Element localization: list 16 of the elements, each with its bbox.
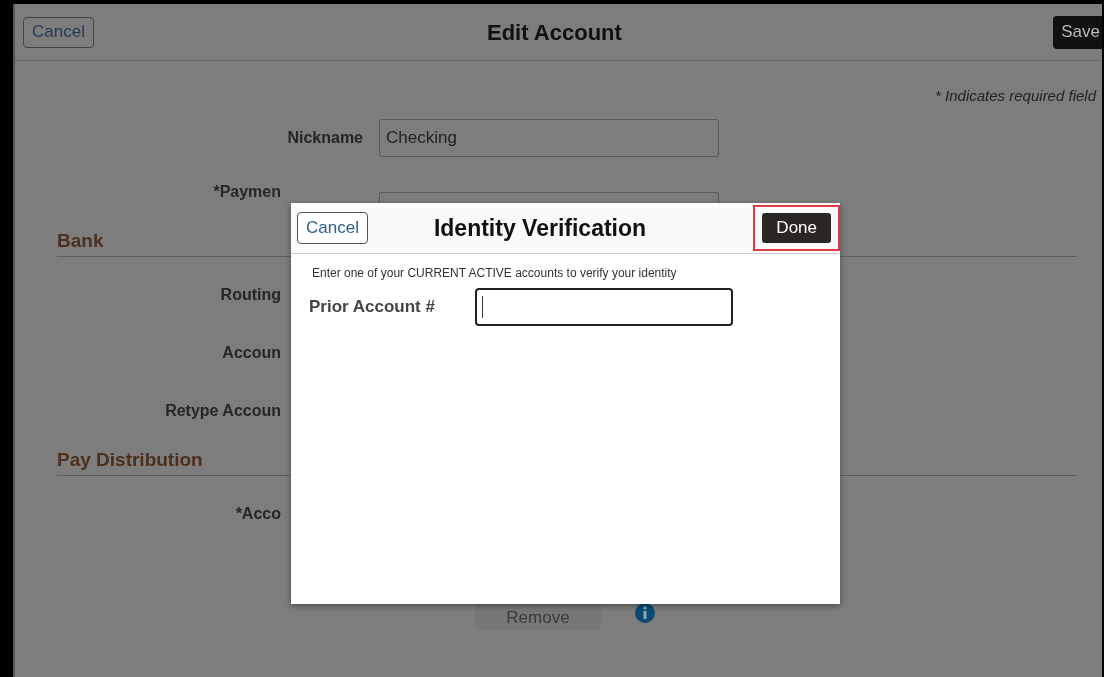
field-label: Accoun — [221, 344, 281, 362]
info-icon[interactable] — [635, 603, 655, 623]
done-button[interactable]: Done — [762, 213, 831, 243]
field-label: *Acco — [234, 505, 281, 523]
field-label: Retype Accoun — [164, 402, 281, 420]
field-label: Nickname — [286, 129, 364, 147]
account-number-field[interactable] — [475, 288, 733, 326]
instruction-text: Enter one of your CURRENT ACTIVE accounts to verify your identity — [312, 266, 678, 280]
field-label: Prior Account # — [309, 297, 436, 317]
field-label: Routing — [219, 286, 281, 304]
save-button[interactable]: Save — [1053, 15, 1102, 49]
nickname-field[interactable]: Checking — [379, 119, 719, 157]
page-title: Edit Account — [487, 20, 622, 46]
cancel-button[interactable]: Cancel — [297, 212, 368, 244]
required-note: * Indicates required field — [934, 87, 1098, 104]
field-label: *Paymen — [212, 183, 281, 201]
